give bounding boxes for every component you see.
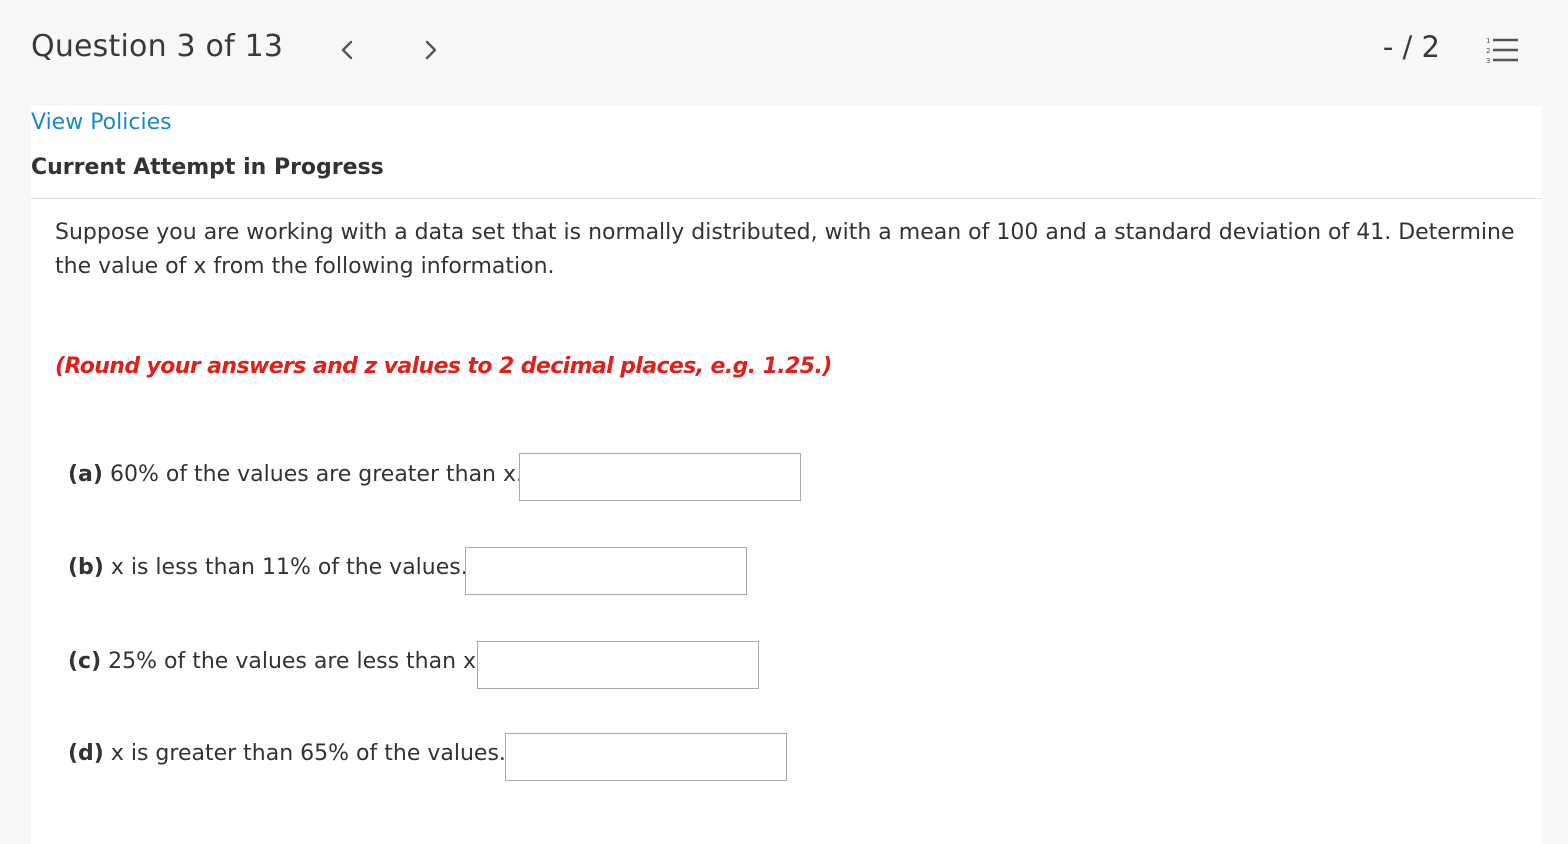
part-b-text: x is less than 11% of the values. <box>103 555 468 580</box>
answer-input-d[interactable] <box>505 733 787 781</box>
attempt-status: Current Attempt in Progress <box>31 155 384 180</box>
part-c-label: (c) 25% of the values are less than x. <box>68 649 483 674</box>
score-display: - / 2 <box>1382 30 1440 64</box>
part-a-text: 60% of the values are greater than x. <box>102 462 524 487</box>
question-list-button[interactable]: 1 2 3 <box>1484 34 1520 66</box>
question-header: Question 3 of 13 - / 2 1 2 3 <box>0 0 1568 106</box>
rounding-note: (Round your answers and z values to 2 de… <box>55 354 832 379</box>
part-c-tag: (c) <box>68 649 102 674</box>
part-b-tag: (b) <box>68 555 104 580</box>
answer-input-b[interactable] <box>465 547 747 595</box>
part-d-text: x is greater than 65% of the values. <box>103 741 506 766</box>
svg-text:3: 3 <box>1486 57 1490 65</box>
part-d-label: (d) x is greater than 65% of the values. <box>68 741 506 766</box>
part-a-label: (a) 60% of the values are greater than x… <box>68 462 523 487</box>
question-counter: Question 3 of 13 <box>31 29 284 64</box>
view-policies-link[interactable]: View Policies <box>31 110 172 135</box>
divider <box>31 198 1542 199</box>
svg-text:2: 2 <box>1486 47 1490 55</box>
next-question-button[interactable] <box>416 30 446 70</box>
part-c-text: 25% of the values are less than x. <box>101 649 484 674</box>
question-text: Suppose you are working with a data set … <box>55 220 1515 279</box>
question-panel: View Policies Current Attempt in Progres… <box>31 106 1542 844</box>
part-a-tag: (a) <box>68 462 103 487</box>
numbered-list-icon: 1 2 3 <box>1486 37 1518 65</box>
answer-input-c[interactable] <box>477 641 759 689</box>
part-d-tag: (d) <box>68 741 104 766</box>
part-b-label: (b) x is less than 11% of the values. <box>68 555 468 580</box>
chevron-right-icon <box>425 40 437 60</box>
chevron-left-icon <box>341 40 353 60</box>
answer-input-a[interactable] <box>519 453 801 501</box>
previous-question-button[interactable] <box>332 30 362 70</box>
svg-text:1: 1 <box>1486 37 1490 45</box>
